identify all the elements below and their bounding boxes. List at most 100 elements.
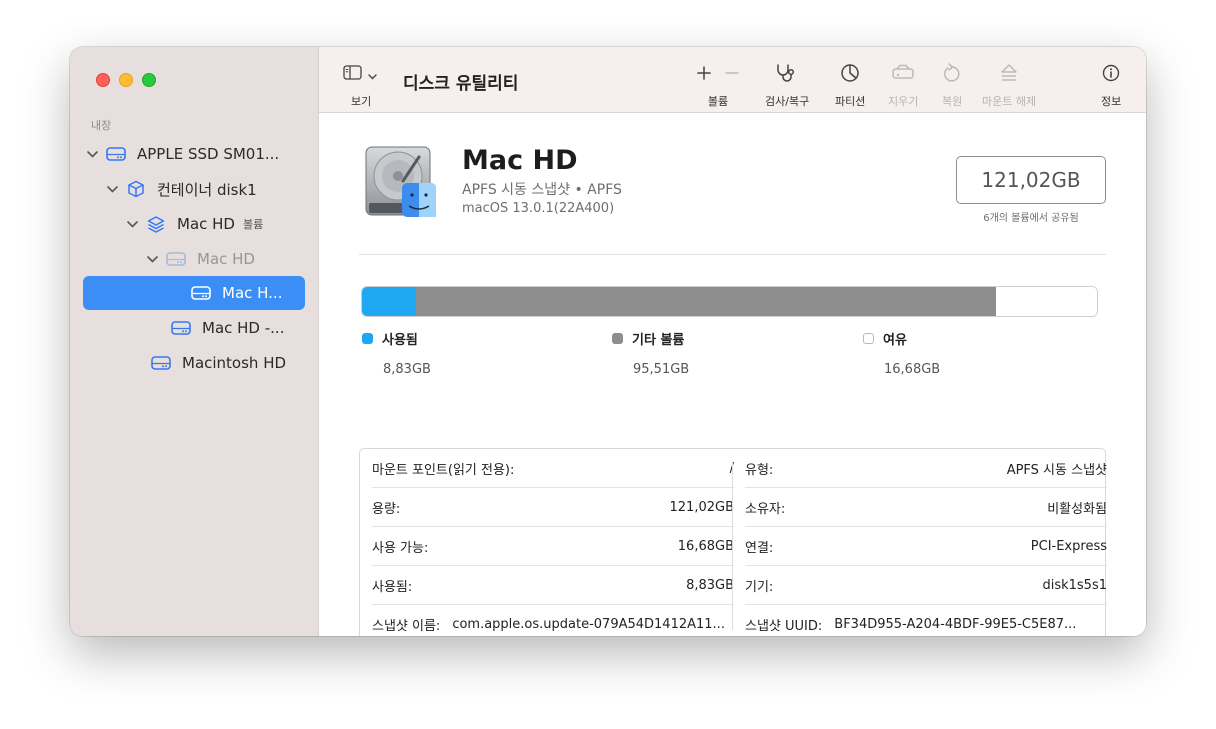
legend-label: 여유	[883, 333, 907, 348]
info-row: 사용 가능: 16,68GB	[372, 527, 734, 566]
capacity-shared-note: 6개의 볼륨에서 공유됨	[983, 213, 1079, 224]
remove-icon[interactable]	[725, 66, 739, 83]
legend-swatch	[612, 333, 623, 344]
info-value: com.apple.os.update-079A54D1412A11...	[452, 617, 725, 632]
usage-bar-used	[362, 287, 416, 316]
info-row: 기기: disk1s5s1	[745, 566, 1107, 605]
chevron-down-icon[interactable]	[83, 150, 101, 158]
info-row: 연결: PCI-Express	[745, 527, 1107, 566]
container-cube-icon	[125, 180, 147, 198]
sidebar-item-label: 컨테이너 disk1	[157, 180, 257, 199]
volume-label: 볼륨	[707, 95, 729, 108]
info-value: 121,02GB	[669, 499, 734, 515]
volume-detail-pane: Mac HD APFS 시동 스냅샷 • APFS macOS 13.0.1(2…	[319, 113, 1146, 636]
info-value: 16,68GB	[677, 538, 734, 554]
zoom-window-button[interactable]	[142, 73, 156, 87]
sidebar-item-mac-hd-volume[interactable]: Mac HD 볼륨	[123, 207, 263, 241]
info-value: 8,83GB	[686, 577, 734, 593]
sidebar-item-label: Mac HD	[197, 250, 255, 268]
info-row: 용량: 121,02GB	[372, 488, 734, 527]
legend-label: 기타 볼륨	[632, 333, 685, 348]
add-icon[interactable]	[697, 65, 711, 83]
chevron-down-icon[interactable]	[103, 185, 121, 193]
disk-icon	[170, 321, 192, 335]
legend-swatch	[863, 333, 874, 344]
restore-button[interactable]: 복원	[942, 62, 963, 109]
usage-bar	[361, 286, 1098, 317]
volume-button[interactable]: 볼륨	[697, 63, 739, 109]
legend-other-volumes: 기타 볼륨 95,51GB	[612, 329, 689, 377]
info-label: 정보	[1101, 95, 1122, 108]
info-value: /	[526, 461, 734, 476]
capacity-box: 121,02GB	[956, 156, 1106, 204]
first-aid-button[interactable]: 검사/복구	[765, 63, 809, 109]
sidebar-item-container-disk1[interactable]: 컨테이너 disk1	[103, 172, 257, 206]
info-row: 소유자: 비활성화됨	[745, 488, 1107, 527]
info-key: 소유자:	[745, 501, 786, 517]
view-button[interactable]	[343, 65, 377, 84]
disk-icon	[190, 286, 212, 300]
volume-layers-icon	[145, 215, 167, 233]
info-column-left: 마운트 포인트(읽기 전용): / 용량: 121,02GB 사용 가능: 16…	[372, 449, 734, 636]
info-key: 마운트 포인트(읽기 전용):	[372, 462, 515, 478]
unmount-button[interactable]: 마운트 해제	[982, 63, 1036, 109]
partition-label: 파티션	[835, 95, 866, 108]
info-icon	[1102, 64, 1120, 85]
sidebar-item-label: Mac HD	[177, 215, 235, 233]
info-value: 비활성화됨	[1047, 501, 1107, 517]
view-label: 보기	[351, 95, 372, 108]
sidebar-section-internal: 내장	[91, 119, 112, 132]
sidebar-item-tag: 볼륨	[242, 218, 264, 231]
erase-button[interactable]: 지우기	[888, 63, 918, 109]
app-title: 디스크 유틸리티	[403, 74, 519, 94]
sidebar-item-label: Mac HD -...	[202, 319, 285, 337]
usage-bar-free	[995, 287, 1097, 316]
restore-label: 복원	[942, 95, 963, 108]
stethoscope-icon	[775, 63, 799, 86]
pie-chart-icon	[840, 63, 860, 86]
legend-value: 16,68GB	[884, 362, 941, 377]
sidebar-item-mac-hd-selected[interactable]: Mac H...	[83, 276, 305, 310]
info-value: BF34D955-A204-4BDF-99E5-C5E87...	[834, 617, 1077, 632]
info-button[interactable]: 정보	[1101, 63, 1121, 109]
minimize-window-button[interactable]	[119, 73, 133, 87]
volume-os-version: macOS 13.0.1(22A400)	[462, 201, 615, 216]
info-row: 사용됨: 8,83GB	[372, 566, 734, 605]
volume-name: Mac HD	[462, 145, 578, 176]
disk-icon	[150, 356, 172, 370]
first-aid-label: 검사/복구	[765, 95, 810, 108]
info-key: 연결:	[745, 540, 774, 556]
chevron-down-icon[interactable]	[143, 255, 161, 263]
window-controls	[96, 73, 156, 87]
chevron-down-icon[interactable]	[123, 220, 141, 228]
toolbar: 보기 디스크 유틸리티 볼륨 검사/복구 파티션 지우기 복원 마운트 해제 정…	[319, 47, 1146, 113]
info-key: 스냅샷 UUID:	[745, 619, 823, 634]
sidebar: 내장 APPLE SSD SM01... 컨테이너 disk1 Mac HD 볼…	[70, 47, 319, 636]
restore-arrow-icon	[943, 62, 961, 86]
info-row: 스냅샷 UUID: BF34D955-A204-4BDF-99E5-C5E87.…	[745, 605, 1107, 636]
unmount-label: 마운트 해제	[982, 95, 1037, 108]
disk-icon	[165, 252, 187, 266]
info-key: 사용 가능:	[372, 540, 429, 556]
sidebar-item-label: Macintosh HD	[182, 354, 287, 372]
eject-icon	[1000, 63, 1018, 86]
sidebar-item-mac-hd-data[interactable]: Mac HD -...	[170, 311, 284, 345]
sidebar-item-apple-ssd[interactable]: APPLE SSD SM01...	[83, 137, 279, 171]
sidebar-item-macintosh-hd[interactable]: Macintosh HD	[150, 346, 286, 380]
info-row: 유형: APFS 시동 스냅샷	[745, 449, 1107, 488]
sidebar-item-label: Mac H...	[222, 284, 283, 302]
legend-free: 여유 16,68GB	[863, 329, 940, 377]
info-value: disk1s5s1	[1042, 577, 1107, 593]
info-key: 용량:	[372, 501, 401, 517]
legend-value: 8,83GB	[383, 362, 431, 377]
legend-swatch	[362, 333, 373, 344]
info-value: APFS 시동 스냅샷	[1006, 462, 1107, 478]
sidebar-item-mac-hd-snapshot-parent[interactable]: Mac HD	[143, 242, 255, 276]
usage-bar-other-volumes	[415, 287, 996, 316]
volume-subtitle: APFS 시동 스냅샷 • APFS	[462, 182, 622, 198]
close-window-button[interactable]	[96, 73, 110, 87]
hard-disk-icon	[363, 143, 441, 221]
info-key: 스냅샷 이름:	[372, 619, 441, 634]
partition-button[interactable]: 파티션	[835, 63, 865, 109]
internal-drive-icon	[105, 147, 127, 161]
